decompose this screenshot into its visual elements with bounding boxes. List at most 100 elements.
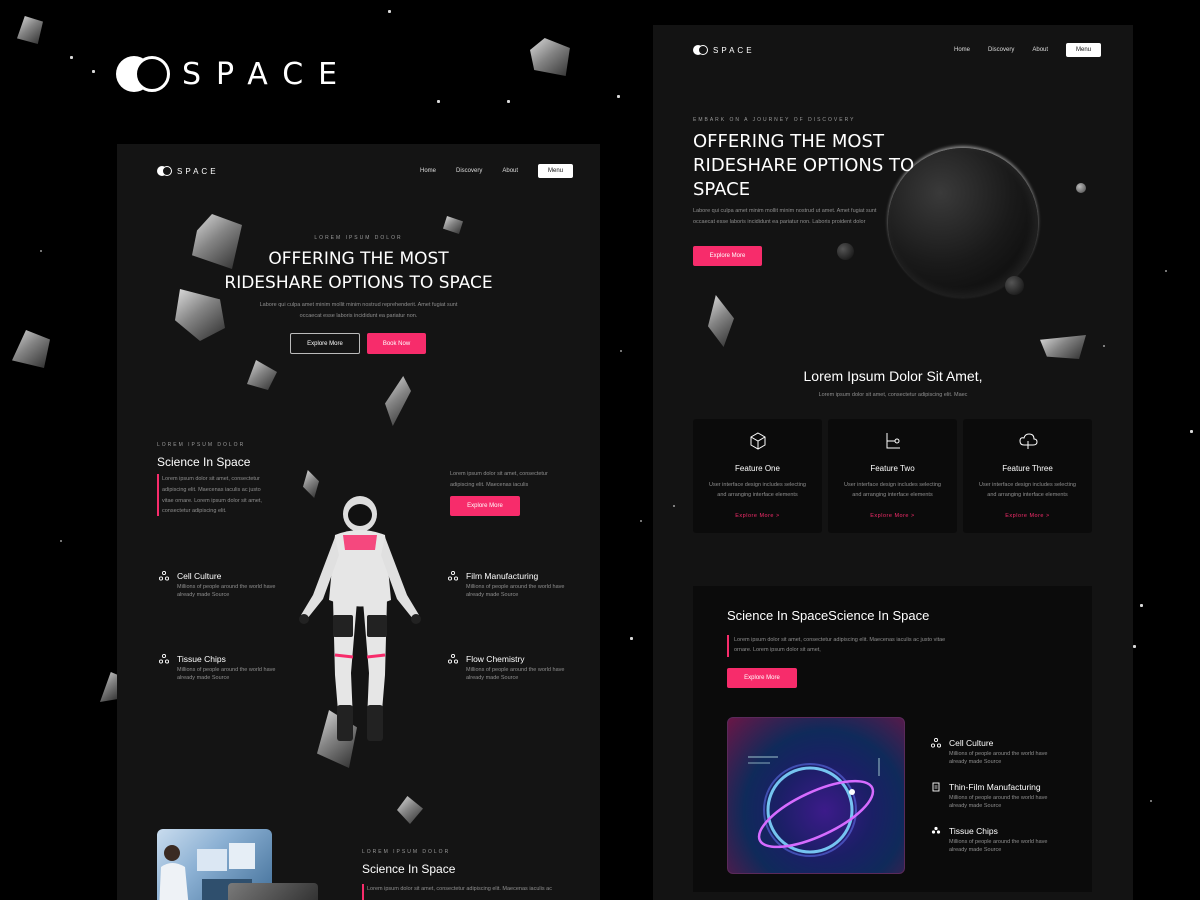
hero-explore-button[interactable]: Explore More	[693, 246, 762, 266]
bottom-body: Lorem ipsum dolor sit amet, consectetur …	[367, 886, 552, 892]
small-moon	[837, 243, 854, 260]
star	[1140, 604, 1143, 607]
star	[620, 350, 622, 352]
molecule-icon	[159, 571, 169, 581]
card-explore-link[interactable]: Explore More >	[963, 513, 1092, 519]
menu-button[interactable]: Menu	[1066, 43, 1102, 57]
asteroid-rock	[1040, 335, 1086, 359]
star	[1150, 800, 1152, 802]
star	[40, 250, 42, 252]
science-item-desc: Millions of people around the world have…	[949, 795, 1048, 809]
card-title: Feature Three	[1002, 464, 1053, 473]
feature-desc: Millions of people around the world have…	[466, 667, 565, 681]
bottom-eyebrow: LOREM IPSUM DOLOR	[362, 849, 451, 855]
menu-button[interactable]: Menu	[538, 164, 574, 178]
feature-desc: Millions of people around the world have…	[177, 667, 276, 681]
card-explore-link[interactable]: Explore More >	[693, 513, 822, 519]
nav-link-discovery[interactable]: Discovery	[456, 168, 482, 174]
astronaut-illustration	[299, 496, 421, 741]
accent-bar	[362, 884, 364, 900]
nav-link-discovery[interactable]: Discovery	[988, 47, 1014, 53]
logo-rings-icon	[116, 56, 170, 92]
explore-more-button[interactable]: Explore More	[290, 333, 360, 354]
lab-equipment-photo	[228, 883, 318, 900]
star	[60, 540, 62, 542]
star	[1103, 345, 1105, 347]
star	[92, 70, 95, 73]
nav-link-home[interactable]: Home	[954, 47, 970, 53]
star	[617, 95, 620, 98]
star	[673, 505, 675, 507]
molecule-icon	[159, 654, 169, 664]
hero-body-line-1: Labore qui culpa amet minim mollit minim…	[259, 302, 458, 308]
left-nav-logo[interactable]: SPACE	[157, 166, 219, 176]
feature-desc: Millions of people around the world have…	[466, 584, 565, 598]
science-right-line-2: adipiscing elit. Maecenas iaculis	[450, 482, 529, 488]
right-navbar: SPACE Home Discovery About Menu	[693, 43, 1102, 57]
logo-rings-icon	[157, 166, 173, 176]
brand-logo[interactable]: SPACE	[116, 56, 352, 92]
science-item-title: Cell Culture	[949, 738, 994, 748]
right-nav-logo-text: SPACE	[713, 45, 755, 55]
document-icon	[932, 782, 940, 792]
hero-eyebrow: EMBARK ON A JOURNEY OF DISCOVERY	[693, 117, 856, 123]
science-body-line-2: adipiscing elit. Maecenas iaculis ac jus…	[162, 487, 261, 493]
star	[640, 520, 642, 522]
science-body-line-2: ornare. Lorem ipsum dolor sit amet,	[734, 647, 821, 653]
star	[507, 100, 510, 103]
asteroid-rock	[397, 796, 423, 824]
science-item-title: Tissue Chips	[949, 826, 998, 836]
cloud-icon	[1019, 433, 1038, 449]
left-landing-page: SPACE Home Discovery About Menu LOREM IP…	[117, 144, 600, 900]
card-desc: User interface design includes selecting…	[844, 482, 941, 498]
hero-title-line-1: OFFERING THE MOST	[693, 131, 884, 152]
left-nav-logo-text: SPACE	[177, 166, 219, 176]
brand-name: SPACE	[182, 56, 353, 92]
star	[1165, 270, 1167, 272]
small-moon	[1005, 276, 1024, 295]
science-item-title: Thin-Film Manufacturing	[949, 782, 1041, 792]
feature-title: Cell Culture	[177, 571, 222, 581]
feature-card-one[interactable]: Feature One User interface design includ…	[693, 419, 822, 533]
section-title: Lorem Ipsum Dolor Sit Amet,	[803, 368, 983, 384]
card-explore-link[interactable]: Explore More >	[828, 513, 957, 519]
science-explore-button[interactable]: Explore More	[727, 668, 797, 688]
book-now-button[interactable]: Book Now	[367, 333, 426, 354]
science-explore-button[interactable]: Explore More	[450, 496, 520, 516]
science-item-desc: Millions of people around the world have…	[949, 839, 1048, 853]
hero-title-line-1: OFFERING THE MOST	[268, 249, 449, 269]
asteroid-rock	[443, 216, 463, 234]
feature-card-three[interactable]: Feature Three User interface design incl…	[963, 419, 1092, 533]
hero-title-line-2: RIDESHARE OPTIONS TO SPACE	[224, 273, 493, 293]
accent-bar	[157, 474, 159, 516]
asteroid-rock	[530, 38, 570, 76]
card-desc: User interface design includes selecting…	[979, 482, 1076, 498]
asteroid-rock	[303, 470, 319, 498]
nav-link-home[interactable]: Home	[420, 168, 436, 174]
hero-body-line-2: occaecat esse laboris incididunt ea pari…	[299, 313, 418, 319]
science-right-line-1: Lorem ipsum dolor sit amet, consectetur	[450, 471, 548, 477]
molecule-icon	[448, 654, 458, 664]
hero-eyebrow: LOREM IPSUM DOLOR	[314, 235, 403, 241]
asteroid-rock	[708, 295, 734, 347]
card-title: Feature Two	[870, 464, 915, 473]
logo-rings-icon	[693, 45, 709, 55]
nav-link-about[interactable]: About	[502, 168, 518, 174]
star	[1133, 645, 1136, 648]
asteroid-rock	[17, 16, 43, 44]
asteroid-rock	[385, 376, 411, 426]
star	[70, 56, 73, 59]
asteroid-rock	[100, 672, 118, 702]
branch-chart-icon	[886, 433, 900, 449]
nav-link-about[interactable]: About	[1032, 47, 1048, 53]
left-navbar: SPACE Home Discovery About Menu	[157, 164, 574, 178]
section-subtitle: Lorem ipsum dolor sit amet, consectetur …	[818, 392, 968, 398]
flower-icon	[931, 826, 941, 834]
hero-body-line-1: Labore qui culpa amet minim mollit minim…	[693, 208, 877, 214]
feature-card-two[interactable]: Feature Two User interface design includ…	[828, 419, 957, 533]
feature-title: Tissue Chips	[177, 654, 226, 664]
right-nav-logo[interactable]: SPACE	[693, 45, 755, 55]
star	[1190, 430, 1193, 433]
science-eyebrow: LOREM IPSUM DOLOR	[157, 442, 246, 448]
molecule-icon	[448, 571, 458, 581]
